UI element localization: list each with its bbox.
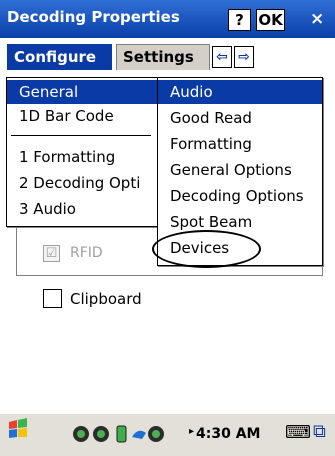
menu-item-formatting[interactable]: 1 Formatting — [7, 145, 115, 169]
menu-item-1d-bar-code[interactable]: 1D Bar Code — [7, 104, 114, 128]
keyboard-icon[interactable]: ⌨ — [285, 422, 311, 443]
clipboard-label: Clipboard — [70, 290, 142, 308]
tab-prev-arrow-icon[interactable]: ⇦ — [212, 46, 232, 68]
tray-icons[interactable] — [72, 423, 190, 449]
submenu-item-audio[interactable]: Audio — [158, 80, 322, 104]
tab-settings[interactable]: Settings — [116, 44, 210, 70]
windows-flag-icon[interactable] — [6, 417, 30, 447]
tab-configure[interactable]: Configure — [7, 44, 112, 70]
ok-button[interactable]: OK — [256, 9, 285, 31]
menu-item-audio[interactable]: 3 Audio — [7, 197, 76, 221]
help-button[interactable]: ? — [228, 9, 251, 31]
network-icon[interactable]: ⧉ — [313, 421, 326, 442]
clock[interactable]: 4:30 AM — [196, 426, 260, 442]
submenu-item-formatting[interactable]: Formatting — [158, 132, 252, 156]
configure-menu: General 1D Bar Code 1 Formatting 2 Decod… — [6, 77, 158, 227]
devices-highlight-ring — [152, 230, 261, 268]
tray-expand-arrow-icon[interactable]: ▸ — [189, 426, 194, 437]
window-title: Decoding Properties — [7, 8, 180, 26]
rfid-label: RFID — [70, 245, 103, 261]
close-button[interactable]: × — [310, 9, 324, 29]
menu-item-general[interactable]: General — [7, 80, 157, 104]
tab-next-arrow-icon[interactable]: ⇨ — [234, 46, 254, 68]
submenu-item-general-options[interactable]: General Options — [158, 158, 292, 182]
submenu-item-good-read[interactable]: Good Read — [158, 106, 252, 130]
menu-separator — [11, 135, 151, 136]
menu-item-decoding-options[interactable]: 2 Decoding Opti — [7, 171, 140, 195]
submenu-item-decoding-options[interactable]: Decoding Options — [158, 184, 304, 208]
clipboard-checkbox[interactable] — [43, 289, 62, 308]
rfid-checkbox[interactable]: ☑ — [43, 245, 60, 262]
